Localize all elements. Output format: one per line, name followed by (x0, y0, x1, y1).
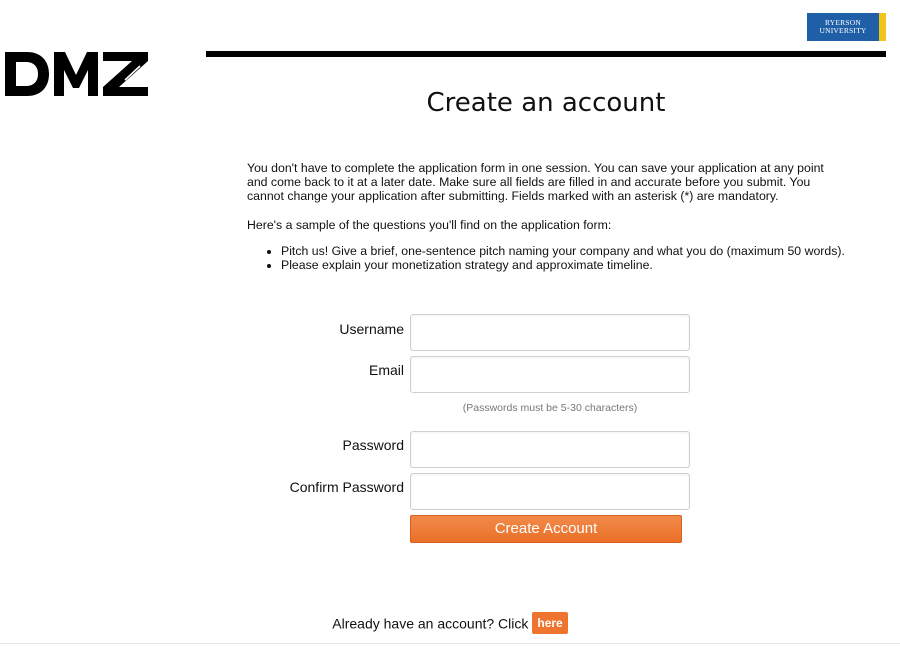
ryerson-logo-line2: UNIVERSITY (819, 26, 867, 35)
dmz-logo[interactable] (5, 50, 150, 98)
email-label: Email (368, 362, 404, 378)
password-input[interactable] (410, 431, 690, 468)
login-prompt-text: Already have an account? Click (332, 615, 529, 632)
page-title: Create an account (426, 88, 666, 118)
intro-paragraph: You don't have to complete the applicati… (247, 161, 824, 203)
login-here-link[interactable]: here (532, 612, 568, 635)
login-prompt-line: Already have an account? Click here (0, 611, 900, 635)
list-item: Pitch us! Give a brief, one-sentence pit… (281, 244, 881, 258)
list-item: Please explain your monetization strateg… (281, 258, 881, 272)
header-rule (206, 51, 886, 57)
dmz-logo-mark (5, 52, 148, 96)
password-label: Password (342, 437, 404, 453)
page-bottom-divider (0, 643, 900, 644)
username-input[interactable] (410, 314, 690, 351)
confirm-password-input[interactable] (410, 473, 690, 510)
sample-questions-list: Pitch us! Give a brief, one-sentence pit… (265, 244, 881, 272)
password-hint: (Passwords must be 5-30 characters) (462, 402, 638, 414)
sample-questions-heading: Here's a sample of the questions you'll … (247, 218, 612, 232)
username-label: Username (339, 321, 404, 337)
email-input[interactable] (410, 356, 690, 393)
ryerson-university-logo[interactable]: RYERSON UNIVERSITY (807, 13, 886, 41)
confirm-password-label: Confirm Password (289, 479, 404, 495)
create-account-button[interactable]: Create Account (410, 515, 682, 543)
